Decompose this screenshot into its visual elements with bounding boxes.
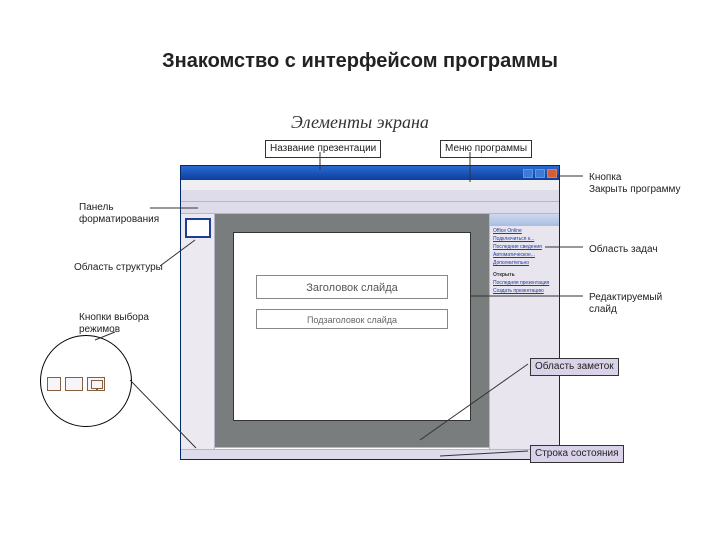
leader-lines	[40, 140, 690, 500]
diagram-subtitle: Элементы экрана	[0, 112, 720, 133]
interface-diagram: Заголовок слайда Подзаголовок слайда Off…	[40, 140, 690, 520]
page-title: Знакомство с интерфейсом программы	[0, 50, 720, 73]
